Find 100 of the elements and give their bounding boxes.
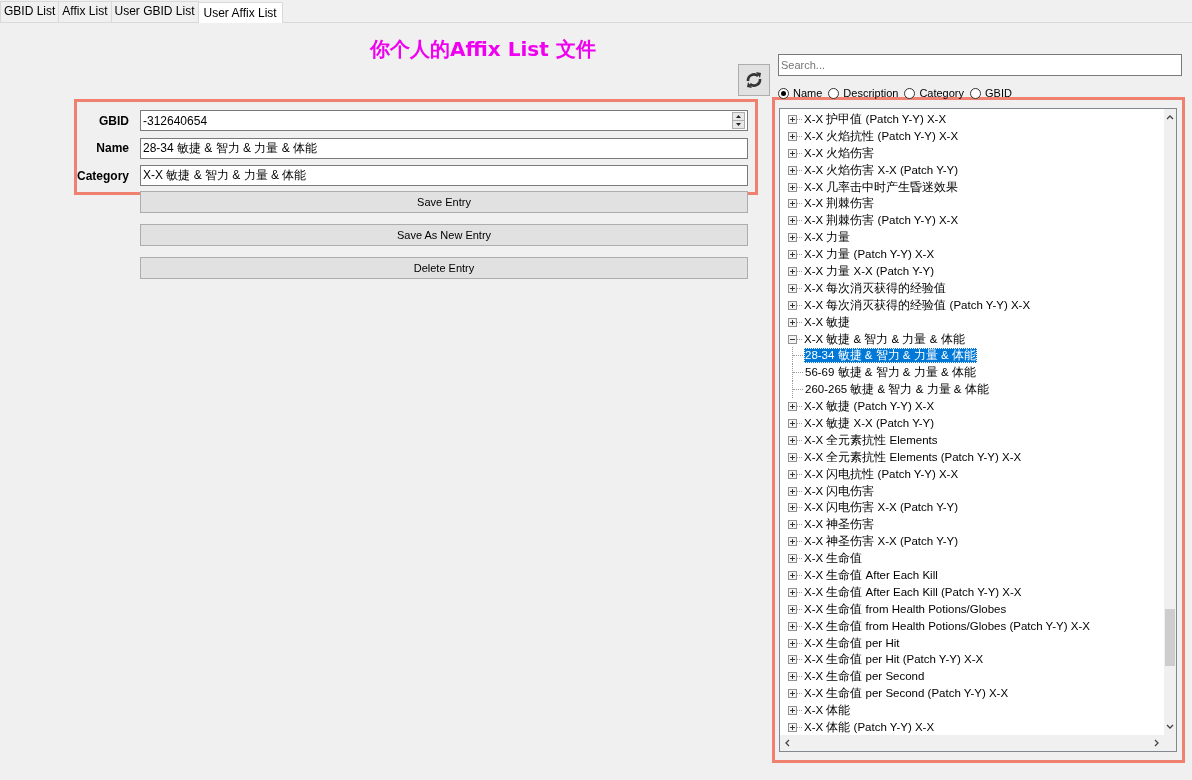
tree-item[interactable]: X-X 神圣伤害 xyxy=(803,517,876,533)
tree-item[interactable]: X-X 敏捷 xyxy=(803,314,852,330)
radio-label: GBID xyxy=(985,87,1012,99)
scroll-left-icon[interactable] xyxy=(783,739,791,747)
tree-item[interactable]: X-X 全元素抗性 Elements xyxy=(803,432,939,448)
tree-item[interactable]: X-X 护甲值 (Patch Y-Y) X-X xyxy=(803,111,948,127)
expand-icon[interactable] xyxy=(788,621,797,631)
expand-icon[interactable] xyxy=(788,520,797,530)
expand-icon[interactable] xyxy=(788,469,797,479)
action-button[interactable]: Delete Entry xyxy=(140,257,748,279)
scroll-up-icon[interactable] xyxy=(1166,113,1174,121)
tree-item[interactable]: 260-265 敏捷 & 智力 & 力量 & 体能 xyxy=(804,382,990,398)
tree-item[interactable]: X-X 火焰伤害 xyxy=(803,145,876,161)
radio-option[interactable]: Category xyxy=(904,87,964,99)
tree-item[interactable]: X-X 敏捷 (Patch Y-Y) X-X xyxy=(803,399,936,415)
field-label: Name xyxy=(95,141,129,155)
tab[interactable]: GBID List xyxy=(0,1,60,22)
tree-item[interactable]: X-X 力量 (Patch Y-Y) X-X xyxy=(803,247,936,263)
expand-icon[interactable] xyxy=(788,672,797,682)
tree-item[interactable]: X-X 生命值 per Second (Patch Y-Y) X-X xyxy=(803,686,1010,702)
tree-item[interactable]: X-X 敏捷 X-X (Patch Y-Y) xyxy=(803,415,936,431)
annotation-heading: 你个人的Affix List 文件 xyxy=(368,36,596,63)
tree-item[interactable]: X-X 火焰伤害 X-X (Patch Y-Y) xyxy=(803,162,960,178)
tree-item[interactable]: X-X 闪电抗性 (Patch Y-Y) X-X xyxy=(803,466,960,482)
tree-item[interactable]: X-X 荆棘伤害 xyxy=(803,196,876,212)
radio-button-icon[interactable] xyxy=(970,87,981,99)
expand-icon[interactable] xyxy=(788,402,797,412)
vertical-scrollbar[interactable] xyxy=(1164,109,1176,735)
tree-item[interactable]: X-X 荆棘伤害 (Patch Y-Y) X-X xyxy=(803,213,960,229)
expand-icon[interactable] xyxy=(788,723,797,732)
tree-item[interactable]: X-X 生命值 per Hit (Patch Y-Y) X-X xyxy=(803,652,985,668)
text-field[interactable]: X-X 敏捷 & 智力 & 力量 & 体能 xyxy=(140,165,748,186)
scroll-thumb[interactable] xyxy=(1165,609,1175,666)
tree-item[interactable]: X-X 力量 X-X (Patch Y-Y) xyxy=(803,263,936,279)
tree-item[interactable]: 56-69 敏捷 & 智力 & 力量 & 体能 xyxy=(804,365,977,381)
expand-icon[interactable] xyxy=(788,199,797,209)
radio-option[interactable]: GBID xyxy=(970,87,1012,99)
expand-icon[interactable] xyxy=(788,503,797,513)
tree-item[interactable]: X-X 生命值 per Second xyxy=(803,669,926,685)
tree-item[interactable]: X-X 全元素抗性 Elements (Patch Y-Y) X-X xyxy=(803,449,1023,465)
tree-item[interactable]: X-X 体能 xyxy=(803,703,852,719)
tree-item[interactable]: X-X 闪电伤害 X-X (Patch Y-Y) xyxy=(803,500,960,516)
scroll-down-icon[interactable] xyxy=(1166,723,1174,731)
expand-icon[interactable] xyxy=(788,418,797,428)
expand-icon[interactable] xyxy=(788,571,797,580)
refresh-button[interactable] xyxy=(738,64,770,96)
radio-button-icon[interactable] xyxy=(904,87,916,99)
tree-item[interactable]: X-X 生命值 After Each Kill (Patch Y-Y) X-X xyxy=(803,584,1023,600)
collapse-icon[interactable] xyxy=(788,334,797,344)
tree-item[interactable]: X-X 火焰抗性 (Patch Y-Y) X-X xyxy=(803,128,960,144)
expand-icon[interactable] xyxy=(788,131,797,141)
expand-icon[interactable] xyxy=(788,300,797,310)
expand-icon[interactable] xyxy=(788,148,797,158)
expand-icon[interactable] xyxy=(788,689,797,699)
tree-item[interactable]: X-X 生命值 per Hit xyxy=(803,635,901,651)
tree-item[interactable]: X-X 神圣伤害 X-X (Patch Y-Y) xyxy=(803,534,960,550)
expand-icon[interactable] xyxy=(788,452,797,462)
action-button[interactable]: Save Entry xyxy=(140,191,748,213)
expand-icon[interactable] xyxy=(788,537,797,547)
expand-icon[interactable] xyxy=(788,638,797,648)
tree-item[interactable]: 28-34 敏捷 & 智力 & 力量 & 体能 xyxy=(804,348,977,364)
horizontal-scrollbar[interactable] xyxy=(780,735,1164,751)
tree-item[interactable]: X-X 生命值 from Health Potions/Globes (Patch Y-Y) X-X xyxy=(803,618,1091,634)
tree-item[interactable]: X-X 生命值 from Health Potions/Globes xyxy=(803,601,1008,617)
expand-icon[interactable] xyxy=(788,655,797,665)
tab[interactable]: User Affix List xyxy=(197,2,283,23)
text-field[interactable]: 28-34 敏捷 & 智力 & 力量 & 体能 xyxy=(140,137,748,159)
tree-item[interactable]: X-X 闪电伤害 xyxy=(803,483,876,499)
radio-option[interactable]: Description xyxy=(828,87,899,99)
search-field[interactable]: Search... xyxy=(778,54,1182,76)
radio-button-icon[interactable] xyxy=(778,87,789,99)
tree-item[interactable]: X-X 力量 xyxy=(803,230,852,246)
expand-icon[interactable] xyxy=(788,587,797,597)
spin-arrows-icon[interactable] xyxy=(732,112,745,129)
expand-icon[interactable] xyxy=(788,182,797,192)
radio-button-icon[interactable] xyxy=(828,87,840,99)
expand-icon[interactable] xyxy=(788,165,797,175)
tree-item[interactable]: X-X 体能 (Patch Y-Y) X-X xyxy=(803,720,936,735)
expand-icon[interactable] xyxy=(788,114,797,124)
tree-item[interactable]: X-X 生命值 After Each Kill xyxy=(803,568,939,583)
tree-item[interactable]: X-X 敏捷 & 智力 & 力量 & 体能 xyxy=(803,331,966,347)
expand-icon[interactable] xyxy=(788,216,797,226)
expand-icon[interactable] xyxy=(788,317,797,327)
expand-icon[interactable] xyxy=(788,554,797,564)
expand-icon[interactable] xyxy=(788,233,797,243)
expand-icon[interactable] xyxy=(788,706,797,716)
expand-icon[interactable] xyxy=(788,250,797,260)
tree-item[interactable]: X-X 每次消灭获得的经验值 (Patch Y-Y) X-X xyxy=(803,297,1032,313)
tree-item[interactable]: X-X 几率击中时产生昏迷效果 xyxy=(803,179,960,195)
number-field[interactable]: -312640654 xyxy=(140,110,748,131)
scroll-right-icon[interactable] xyxy=(1153,739,1161,747)
action-button[interactable]: Save As New Entry xyxy=(140,224,748,246)
radio-option[interactable]: Name xyxy=(778,87,823,99)
expand-icon[interactable] xyxy=(788,486,797,496)
expand-icon[interactable] xyxy=(788,266,797,276)
expand-icon[interactable] xyxy=(788,604,797,614)
tree-item[interactable]: X-X 每次消灭获得的经验值 xyxy=(803,280,948,296)
expand-icon[interactable] xyxy=(788,283,797,293)
expand-icon[interactable] xyxy=(788,435,797,445)
tree-item[interactable]: X-X 生命值 xyxy=(803,551,864,567)
